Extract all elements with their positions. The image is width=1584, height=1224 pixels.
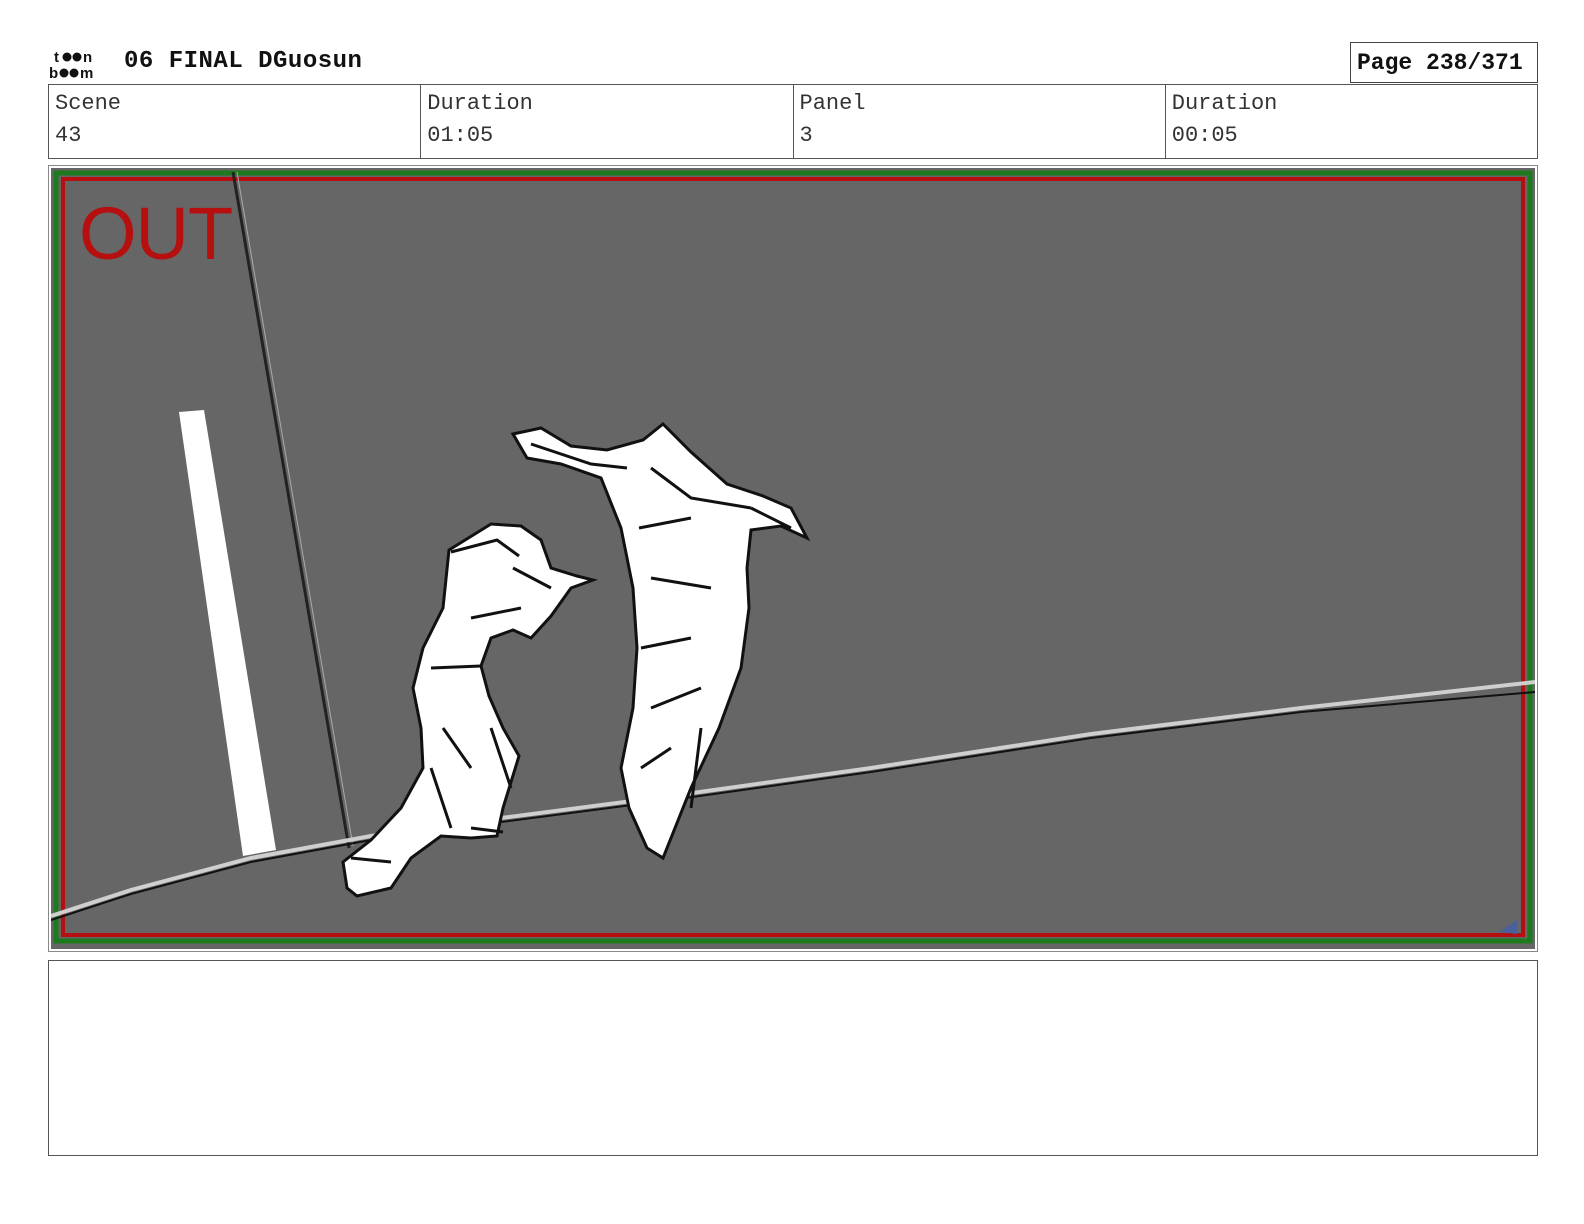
panel-drawing	[51, 168, 1535, 949]
svg-text:t: t	[54, 49, 59, 66]
panel-duration-value: 00:05	[1171, 123, 1238, 148]
svg-text:b: b	[49, 65, 58, 80]
scene-info-table: Scene 43 Duration 01:05 Panel 3 Duration…	[48, 84, 1538, 159]
toon-boom-logo-icon: t n b m	[49, 49, 93, 80]
panel-duration-cell: Duration 00:05	[1166, 85, 1537, 158]
panel-value: 3	[799, 123, 813, 148]
page-indicator: Page 238/371	[1350, 42, 1538, 83]
svg-text:n: n	[83, 49, 92, 66]
scene-duration-label: Duration	[427, 91, 533, 116]
panel-duration-label: Duration	[1171, 91, 1278, 116]
svg-text:m: m	[80, 65, 93, 80]
document-title: 06 FINAL DGuosun	[124, 48, 363, 75]
scene-duration-value: 01:05	[427, 123, 494, 148]
panel-notes	[48, 960, 1538, 1156]
panel-cell: Panel 3	[794, 85, 1166, 158]
storyboard-panel: OUT	[48, 165, 1538, 952]
scene-cell: Scene 43	[49, 85, 422, 158]
page-number: Page 238/371	[1357, 50, 1523, 76]
out-overlay-label: OUT	[79, 192, 233, 275]
panel-label: Panel	[799, 91, 866, 116]
scene-label: Scene	[55, 91, 122, 116]
header: t n b m 06 FINAL DGuosun Page 238/371	[48, 42, 1538, 84]
scene-duration-cell: Duration 01:05	[421, 85, 794, 158]
scene-value: 43	[55, 123, 82, 148]
